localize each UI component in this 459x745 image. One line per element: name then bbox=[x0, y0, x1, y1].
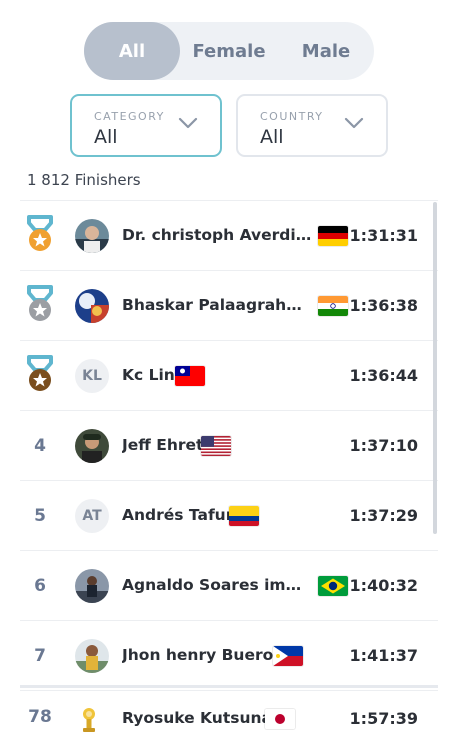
flag-brazil-icon bbox=[318, 576, 348, 596]
runner-name: Andrés Tafur bbox=[122, 506, 234, 524]
flag-germany-icon bbox=[318, 226, 348, 246]
rank-number: 5 bbox=[34, 505, 46, 526]
result-row[interactable]: 7 Jhon henry Bueron 1:41:37 bbox=[20, 621, 438, 691]
runner-avatar bbox=[75, 569, 109, 603]
finish-time: 1:37:29 bbox=[349, 506, 418, 525]
flag-taiwan-icon bbox=[175, 366, 205, 386]
category-dropdown[interactable]: CATEGORY All bbox=[70, 94, 222, 157]
runner-name: Bhaskar Palaagrahara... bbox=[122, 296, 312, 314]
flag-philippines-icon bbox=[273, 646, 303, 666]
runner-avatar: KL bbox=[75, 359, 109, 393]
runner-avatar bbox=[75, 289, 109, 323]
list-scrollbar[interactable] bbox=[433, 202, 437, 534]
runner-name: Jeff Ehret bbox=[122, 436, 204, 454]
finish-time: 1:40:32 bbox=[349, 576, 418, 595]
silver-medal-icon bbox=[27, 285, 53, 321]
result-row[interactable]: Bhaskar Palaagrahara... 1:36:38 bbox=[20, 271, 438, 341]
runner-name: Agnaldo Soares imperi... bbox=[122, 576, 312, 594]
chevron-down-icon bbox=[344, 117, 364, 129]
rank-number: 4 bbox=[34, 435, 46, 456]
finish-time: 1:36:44 bbox=[349, 366, 418, 385]
runner-name: Kc Lin bbox=[122, 366, 175, 384]
country-label: COUNTRY bbox=[260, 110, 324, 123]
rank-number: 6 bbox=[34, 575, 46, 596]
runner-avatar bbox=[75, 429, 109, 463]
country-value: All bbox=[260, 126, 284, 148]
chevron-down-icon bbox=[178, 117, 198, 129]
trophy-icon bbox=[83, 708, 95, 732]
pinned-result-row[interactable]: 78 Ryosuke Kutsuna 1:57:39 bbox=[20, 688, 438, 745]
category-value: All bbox=[94, 126, 118, 148]
country-dropdown[interactable]: COUNTRY All bbox=[236, 94, 388, 157]
flag-colombia-icon bbox=[229, 506, 259, 526]
result-row[interactable]: 5 AT Andrés Tafur 1:37:29 bbox=[20, 481, 438, 551]
gender-option-all[interactable]: All bbox=[84, 22, 180, 80]
finish-time: 1:41:37 bbox=[349, 646, 418, 665]
runner-avatar bbox=[75, 639, 109, 673]
result-row[interactable]: 6 Agnaldo Soares imperi... 1:40:32 bbox=[20, 551, 438, 621]
finisher-count: 1 812 Finishers bbox=[27, 171, 141, 189]
result-row[interactable]: 4 Jeff Ehret 1:37:10 bbox=[20, 411, 438, 481]
runner-avatar bbox=[75, 219, 109, 253]
finish-time: 1:31:31 bbox=[349, 226, 418, 245]
finish-time: 1:37:10 bbox=[349, 436, 418, 455]
runner-name: Dr. christoph Averdiek... bbox=[122, 226, 312, 244]
rank-number: 7 bbox=[34, 645, 46, 666]
finish-time: 1:36:38 bbox=[349, 296, 418, 315]
gender-option-female[interactable]: Female bbox=[181, 22, 277, 80]
result-row[interactable]: KL Kc Lin 1:36:44 bbox=[20, 341, 438, 411]
runner-avatar: AT bbox=[75, 499, 109, 533]
runner-name: Jhon henry Bueron bbox=[122, 646, 285, 664]
bronze-medal-icon bbox=[27, 355, 53, 391]
finish-time: 1:57:39 bbox=[349, 709, 418, 728]
gender-filter: All Female Male bbox=[84, 22, 374, 80]
flag-usa-icon bbox=[201, 436, 231, 456]
runner-name: Ryosuke Kutsuna bbox=[122, 709, 272, 727]
category-label: CATEGORY bbox=[94, 110, 165, 123]
gold-medal-icon bbox=[27, 215, 53, 251]
result-row[interactable]: Dr. christoph Averdiek... 1:31:31 bbox=[20, 201, 438, 271]
rank-number: 78 bbox=[28, 706, 52, 727]
flag-india-icon bbox=[318, 296, 348, 316]
gender-option-male[interactable]: Male bbox=[278, 22, 374, 80]
flag-japan-icon bbox=[265, 709, 295, 729]
